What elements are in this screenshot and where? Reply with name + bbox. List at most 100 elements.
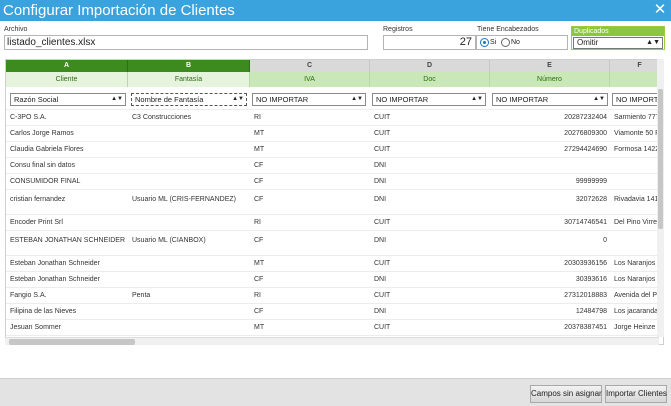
- table-cell: 30393616: [575, 276, 607, 283]
- table-cell: DNI: [374, 276, 387, 283]
- table-cell: ESTEBAN JONATHAN SCHNEIDER: [10, 237, 125, 244]
- footer-bar: Campos sin asignar Importar Clientes: [0, 378, 671, 406]
- table-cell: DNI: [374, 178, 387, 185]
- table-row: Esteban Jonathan Schneider MT CUIT 20303936…: [6, 255, 663, 271]
- window-title: Configurar Importación de Clientes: [3, 2, 235, 19]
- table-cell: CUIT: [374, 260, 391, 267]
- column-mapping-select[interactable]: NO IMPORTAR ▲▼: [492, 93, 608, 106]
- table-cell: C3 Construcciones: [132, 114, 192, 121]
- table-cell: Penta: [132, 292, 151, 299]
- column-mapping-select[interactable]: Nombre de Fantasía ▲▼: [131, 93, 247, 106]
- table-cell: MT: [254, 130, 265, 137]
- table-row: Claudia Gabriela Flores MT CUIT 27294424690…: [6, 141, 663, 157]
- table-cell: C-3PO S.A.: [10, 114, 47, 121]
- column-name: Cliente: [6, 72, 128, 87]
- table-cell: CF: [254, 196, 264, 203]
- table-cell: CF: [254, 276, 264, 283]
- table-cell: Esteban Jonathan Schneider: [10, 276, 100, 283]
- column-mapping-value: Razón Social: [14, 95, 59, 104]
- encabezados-radio-group: Si No: [476, 35, 568, 50]
- chevron-down-icon: ▲▼: [111, 96, 123, 102]
- column-name: Fantasía: [128, 72, 250, 87]
- column-letter-d: D: [370, 60, 490, 72]
- table-cell: DNI: [374, 308, 387, 315]
- table-cell: RI: [254, 219, 261, 226]
- table-cell: Viamonte 50 P: [614, 130, 660, 137]
- title-bar: Configurar Importación de Clientes ✕: [0, 0, 671, 21]
- table-cell: Del Pino Virrey: [614, 219, 661, 226]
- table-cell: CF: [254, 178, 264, 185]
- column-mapping-select[interactable]: NO IMPORTAR ▲▼: [252, 93, 366, 106]
- horizontal-scroll-thumb[interactable]: [9, 339, 135, 345]
- table-cell: Jesuan Sommer: [10, 324, 61, 331]
- column-mapping-value: NO IMPORTAR: [496, 95, 549, 104]
- table-cell: Los jacaranda: [614, 308, 658, 315]
- table-cell: Consu final sin datos: [10, 162, 75, 169]
- chevron-down-icon: ▲▼: [593, 96, 605, 102]
- vertical-scroll-thumb[interactable]: [658, 89, 663, 229]
- table-cell: 20276809300: [564, 130, 607, 137]
- table-cell: CUIT: [374, 146, 391, 153]
- table-cell: Los Naranjos: [614, 276, 656, 283]
- column-letter-f: F: [610, 60, 663, 72]
- table-cell: CUIT: [374, 219, 391, 226]
- column-mapping-select[interactable]: NO IMPORTAR ▲▼: [372, 93, 486, 106]
- radio-no[interactable]: [501, 38, 510, 47]
- table-cell: CUIT: [374, 130, 391, 137]
- archivo-label: Archivo: [4, 26, 28, 33]
- table-row: Consu final sin datos CF DNI: [6, 157, 663, 173]
- column-name: Doc: [370, 72, 490, 87]
- column-mapping-select[interactable]: Razón Social ▲▼: [10, 93, 126, 106]
- table-cell: 32072628: [575, 196, 607, 203]
- table-cell: RI: [254, 114, 261, 121]
- table-cell: CONSUMIDOR FINAL: [10, 178, 81, 185]
- chevron-down-icon: ▲▼: [471, 96, 483, 102]
- radio-no-label: No: [511, 39, 520, 46]
- table-cell: DNI: [374, 162, 387, 169]
- column-letter-e: E: [490, 60, 610, 72]
- table-cell: CUIT: [374, 292, 391, 299]
- column-mapping-value: NO IMPORTAR: [376, 95, 429, 104]
- archivo-field[interactable]: listado_clientes.xlsx: [4, 35, 368, 50]
- chevron-down-icon: ▲▼: [351, 96, 363, 102]
- table-cell: Formosa 1422: [614, 146, 660, 153]
- table-cell: Sarmiento 777: [614, 114, 660, 121]
- table-cell: Claudia Gabriela Flores: [10, 146, 84, 153]
- table-cell: CF: [254, 237, 264, 244]
- table-row: Encoder Print Srl RI CUIT 30714746541 Del Pi…: [6, 214, 663, 230]
- table-row: Jesuan Sommer MT CUIT 20378387451 Jorge Hein…: [6, 319, 663, 335]
- radio-si-label: Si: [490, 39, 497, 46]
- registros-label: Registros: [383, 26, 413, 33]
- table-row: CONSUMIDOR FINAL CF DNI 99999999: [6, 173, 663, 189]
- table-cell: CUIT: [374, 324, 391, 331]
- table-cell: DNI: [374, 237, 387, 244]
- table-row: Esteban Jonathan Schneider CF DNI 30393616 L…: [6, 271, 663, 287]
- campos-sin-asignar-button[interactable]: Campos sin asignar: [530, 385, 602, 403]
- radio-si[interactable]: [480, 38, 489, 47]
- table-cell: MT: [254, 324, 265, 331]
- table-cell: Filipina de las Nieves: [10, 308, 77, 315]
- table-cell: cristian fernandez: [10, 196, 66, 203]
- table-cell: Encoder Print Srl: [10, 219, 63, 226]
- table-cell: DNI: [374, 196, 387, 203]
- column-name: [610, 72, 663, 87]
- close-icon[interactable]: ✕: [653, 2, 667, 18]
- vertical-scrollbar[interactable]: [657, 59, 664, 337]
- table-cell: Usuario ML (CIANBOX): [132, 237, 206, 244]
- importar-clientes-button[interactable]: Importar Clientes: [605, 385, 667, 403]
- table-cell: 30714746541: [564, 219, 607, 226]
- column-name: IVA: [250, 72, 370, 87]
- table-cell: CF: [254, 308, 264, 315]
- column-letter-c: C: [250, 60, 370, 72]
- horizontal-scrollbar[interactable]: [5, 337, 659, 345]
- table-cell: 27312018883: [564, 292, 607, 299]
- table-row: Filipina de las Nieves CF DNI 12484798 Los j…: [6, 303, 663, 319]
- table-row: ESTEBAN JONATHAN SCHNEIDER Usuario ML (CI…: [6, 230, 663, 255]
- column-name: Número: [490, 72, 610, 87]
- duplicados-box: Duplicados Omitir ▲▼: [571, 26, 665, 50]
- table-cell: 27294424690: [564, 146, 607, 153]
- table-cell: Los Naranjos: [614, 260, 656, 267]
- chevron-down-icon: ▲▼: [646, 39, 660, 46]
- duplicados-select[interactable]: Omitir ▲▼: [573, 37, 663, 49]
- registros-field[interactable]: 27: [383, 35, 476, 50]
